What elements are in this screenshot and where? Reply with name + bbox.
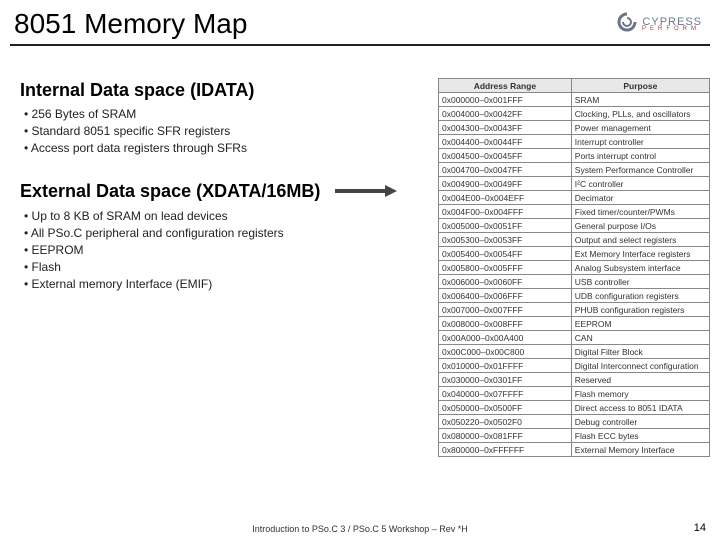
page-number: 14 <box>694 522 706 534</box>
table-header-purpose: Purpose <box>571 79 709 93</box>
address-cell: 0x080000–0x081FFF <box>439 429 572 443</box>
title-divider <box>10 44 710 46</box>
purpose-cell: EEPROM <box>571 317 709 331</box>
purpose-cell: Digital Interconnect configuration <box>571 359 709 373</box>
purpose-cell: SRAM <box>571 93 709 107</box>
address-cell: 0x004400–0x0044FF <box>439 135 572 149</box>
table-row: 0x030000–0x0301FFReserved <box>439 373 710 387</box>
table-row: 0x004500–0x0045FFPorts interrupt control <box>439 149 710 163</box>
table-row: 0x050220–0x0502F0Debug controller <box>439 415 710 429</box>
address-cell: 0x000000–0x001FFF <box>439 93 572 107</box>
memory-map-table: Address Range Purpose 0x000000–0x001FFFS… <box>438 78 710 457</box>
brand-logo: CYPRESS PERFORM <box>616 12 702 32</box>
table-row: 0x005800–0x005FFFAnalog Subsystem interf… <box>439 261 710 275</box>
footer-text: Introduction to PSo.C 3 / PSo.C 5 Worksh… <box>0 524 720 534</box>
table-row: 0x004E00–0x004EFFDecimator <box>439 191 710 205</box>
address-cell: 0x010000–0x01FFFF <box>439 359 572 373</box>
table-row: 0x004000–0x0042FFClocking, PLLs, and osc… <box>439 107 710 121</box>
purpose-cell: Reserved <box>571 373 709 387</box>
table-row: 0x00A000–0x00A400CAN <box>439 331 710 345</box>
purpose-cell: Debug controller <box>571 415 709 429</box>
table-header-address: Address Range <box>439 79 572 93</box>
section2-heading-text: External Data space (XDATA/16MB) <box>20 181 320 201</box>
table-row: 0x008000–0x008FFFEEPROM <box>439 317 710 331</box>
table-row: 0x006400–0x006FFFUDB configuration regis… <box>439 289 710 303</box>
address-cell: 0x030000–0x0301FF <box>439 373 572 387</box>
purpose-cell: Power management <box>571 121 709 135</box>
address-cell: 0x004900–0x0049FF <box>439 177 572 191</box>
purpose-cell: Analog Subsystem interface <box>571 261 709 275</box>
table-row: 0x080000–0x081FFFFlash ECC bytes <box>439 429 710 443</box>
table-row: 0x006000–0x0060FFUSB controller <box>439 275 710 289</box>
table-row: 0x000000–0x001FFFSRAM <box>439 93 710 107</box>
table-row: 0x010000–0x01FFFFDigital Interconnect co… <box>439 359 710 373</box>
table-row: 0x050000–0x0500FFDirect access to 8051 I… <box>439 401 710 415</box>
purpose-cell: System Performance Controller <box>571 163 709 177</box>
address-cell: 0x004F00–0x004FFF <box>439 205 572 219</box>
address-cell: 0x004E00–0x004EFF <box>439 191 572 205</box>
purpose-cell: Direct access to 8051 IDATA <box>571 401 709 415</box>
address-cell: 0x004000–0x0042FF <box>439 107 572 121</box>
address-cell: 0x004300–0x0043FF <box>439 121 572 135</box>
table-row: 0x005300–0x0053FFOutput and select regis… <box>439 233 710 247</box>
table-row: 0x005400–0x0054FFExt Memory Interface re… <box>439 247 710 261</box>
memory-map-table-wrap: Address Range Purpose 0x000000–0x001FFFS… <box>438 78 710 457</box>
purpose-cell: Digital Filter Block <box>571 345 709 359</box>
purpose-cell: Flash memory <box>571 387 709 401</box>
address-cell: 0x007000–0x007FFF <box>439 303 572 317</box>
address-cell: 0x005400–0x0054FF <box>439 247 572 261</box>
address-cell: 0x050220–0x0502F0 <box>439 415 572 429</box>
address-cell: 0x005300–0x0053FF <box>439 233 572 247</box>
purpose-cell: General purpose I/Os <box>571 219 709 233</box>
address-cell: 0x00A000–0x00A400 <box>439 331 572 345</box>
purpose-cell: Interrupt controller <box>571 135 709 149</box>
table-row: 0x040000–0x07FFFFFlash memory <box>439 387 710 401</box>
address-cell: 0x800000–0xFFFFFF <box>439 443 572 457</box>
logo-subtext: PERFORM <box>642 26 700 32</box>
table-row: 0x005000–0x0051FFGeneral purpose I/Os <box>439 219 710 233</box>
arrow-right-icon <box>335 182 397 203</box>
address-cell: 0x006000–0x0060FF <box>439 275 572 289</box>
purpose-cell: CAN <box>571 331 709 345</box>
address-cell: 0x00C000–0x00C800 <box>439 345 572 359</box>
purpose-cell: UDB configuration registers <box>571 289 709 303</box>
address-cell: 0x008000–0x008FFF <box>439 317 572 331</box>
table-row: 0x004400–0x0044FFInterrupt controller <box>439 135 710 149</box>
address-cell: 0x004500–0x0045FF <box>439 149 572 163</box>
purpose-cell: Fixed timer/counter/PWMs <box>571 205 709 219</box>
purpose-cell: Flash ECC bytes <box>571 429 709 443</box>
table-row: 0x004300–0x0043FFPower management <box>439 121 710 135</box>
address-cell: 0x006400–0x006FFF <box>439 289 572 303</box>
address-cell: 0x005800–0x005FFF <box>439 261 572 275</box>
table-row: 0x004700–0x0047FFSystem Performance Cont… <box>439 163 710 177</box>
address-cell: 0x005000–0x0051FF <box>439 219 572 233</box>
purpose-cell: Decimator <box>571 191 709 205</box>
table-row: 0x004900–0x0049FFI²C controller <box>439 177 710 191</box>
purpose-cell: Output and select registers <box>571 233 709 247</box>
purpose-cell: Ext Memory Interface registers <box>571 247 709 261</box>
address-cell: 0x050000–0x0500FF <box>439 401 572 415</box>
purpose-cell: PHUB configuration registers <box>571 303 709 317</box>
address-cell: 0x040000–0x07FFFF <box>439 387 572 401</box>
purpose-cell: Clocking, PLLs, and oscillators <box>571 107 709 121</box>
address-cell: 0x004700–0x0047FF <box>439 163 572 177</box>
table-row: 0x004F00–0x004FFFFixed timer/counter/PWM… <box>439 205 710 219</box>
purpose-cell: I²C controller <box>571 177 709 191</box>
purpose-cell: External Memory Interface <box>571 443 709 457</box>
purpose-cell: Ports interrupt control <box>571 149 709 163</box>
table-row: 0x007000–0x007FFFPHUB configuration regi… <box>439 303 710 317</box>
table-row: 0x00C000–0x00C800Digital Filter Block <box>439 345 710 359</box>
table-row: 0x800000–0xFFFFFFExternal Memory Interfa… <box>439 443 710 457</box>
purpose-cell: USB controller <box>571 275 709 289</box>
page-title: 8051 Memory Map <box>0 0 720 44</box>
